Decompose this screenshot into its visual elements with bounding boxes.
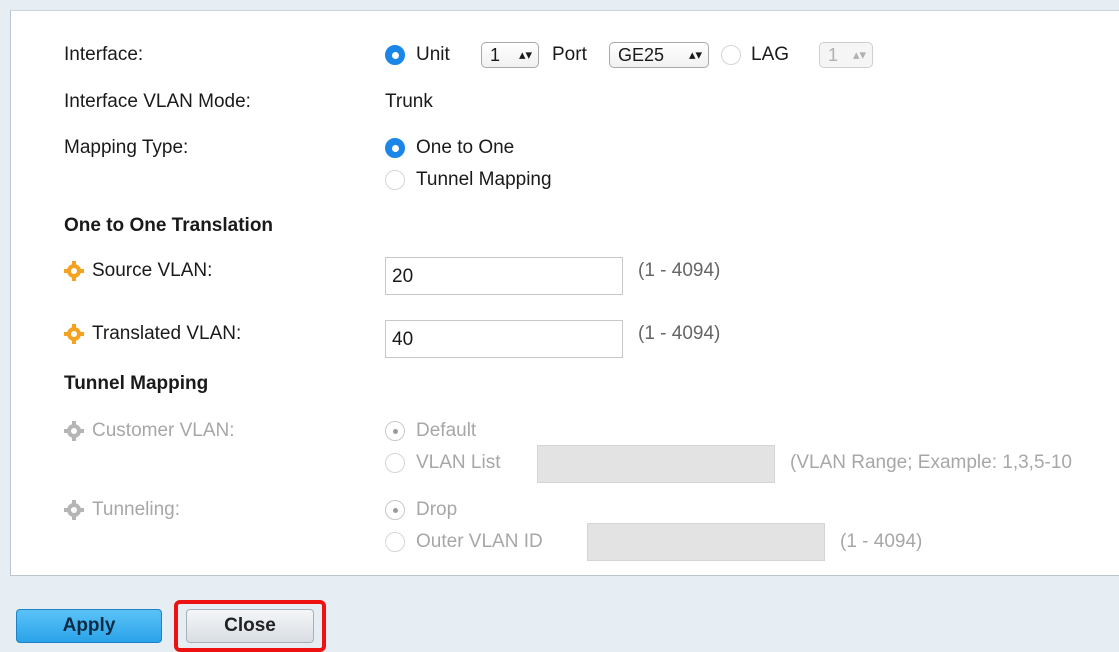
tunneling-drop-radio[interactable] (385, 500, 405, 520)
updown-arrows-icon: ▴▾ (852, 47, 866, 62)
port-select-value: GE25 (618, 45, 665, 65)
customer-vlan-list-label: VLAN List (416, 452, 501, 473)
one-to-one-heading: One to One Translation (64, 215, 274, 236)
unit-label: Unit (416, 44, 450, 65)
lag-select[interactable]: 1 ▴▾ (819, 42, 873, 68)
source-vlan-input[interactable]: 20 (385, 257, 623, 295)
unit-select[interactable]: 1 ▴▾ (481, 42, 539, 68)
gear-icon (64, 324, 84, 344)
mapping-type-label: Mapping Type: (64, 137, 189, 158)
lag-label: LAG (751, 44, 790, 65)
source-vlan-label: Source VLAN: (92, 260, 213, 281)
tunnel-mapping-radio[interactable] (385, 170, 405, 190)
outer-vlan-range: (1 - 4094) (840, 531, 923, 552)
one-to-one-radio[interactable] (385, 138, 405, 158)
tunneling-drop-label: Drop (416, 499, 458, 520)
customer-vlan-list-input[interactable] (537, 445, 775, 483)
unit-radio[interactable] (385, 45, 405, 65)
close-button-highlight (174, 600, 326, 652)
customer-vlan-hint: (VLAN Range; Example: 1,3,5-10 (790, 452, 1072, 473)
vlan-mode-value: Trunk (385, 91, 433, 112)
tunneling-outer-radio[interactable] (385, 532, 405, 552)
port-label: Port (552, 44, 587, 65)
port-select[interactable]: GE25 ▴▾ (609, 42, 709, 68)
interface-label: Interface: (64, 44, 144, 65)
outer-vlan-id-input[interactable] (587, 523, 825, 561)
customer-vlan-list-radio[interactable] (385, 453, 405, 473)
gear-icon (64, 500, 84, 520)
lag-radio[interactable] (721, 45, 741, 65)
customer-default-radio[interactable] (385, 421, 405, 441)
customer-default-label: Default (416, 420, 477, 441)
tunneling-label: Tunneling: (92, 499, 181, 520)
translated-vlan-input[interactable]: 40 (385, 320, 623, 358)
source-vlan-range: (1 - 4094) (638, 260, 721, 281)
tunneling-outer-label: Outer VLAN ID (416, 531, 543, 552)
lag-select-value: 1 (828, 45, 839, 65)
translated-vlan-range: (1 - 4094) (638, 323, 721, 344)
customer-vlan-label: Customer VLAN: (92, 420, 235, 441)
tunnel-mapping-heading: Tunnel Mapping (64, 373, 209, 394)
form-panel: Interface: Unit 1 ▴▾ Port GE25 ▴▾ LAG 1 … (10, 10, 1119, 576)
translated-vlan-label: Translated VLAN: (92, 323, 242, 344)
apply-button[interactable]: Apply (16, 609, 162, 643)
one-to-one-option-label: One to One (416, 137, 515, 158)
tunnel-mapping-option-label: Tunnel Mapping (416, 169, 552, 190)
unit-select-value: 1 (490, 45, 501, 65)
gear-icon (64, 261, 84, 281)
updown-arrows-icon: ▴▾ (518, 47, 532, 62)
vlan-mode-label: Interface VLAN Mode: (64, 91, 251, 112)
gear-icon (64, 421, 84, 441)
updown-arrows-icon: ▴▾ (688, 47, 702, 62)
